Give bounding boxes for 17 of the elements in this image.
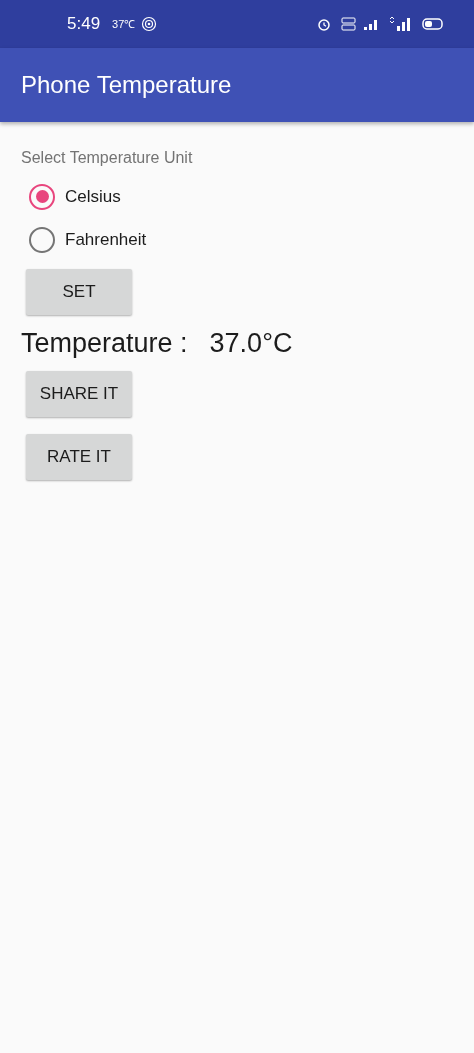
radio-button[interactable] bbox=[29, 183, 55, 210]
app-title: Phone Temperature bbox=[21, 70, 232, 100]
signal-icon bbox=[388, 17, 412, 31]
unit-label: Select Temperature Unit bbox=[21, 148, 194, 168]
temperature-label: Temperature : bbox=[21, 326, 188, 360]
weather-temperature: 37℃ bbox=[112, 16, 136, 32]
radio-label: Fahrenheit bbox=[65, 228, 147, 251]
battery-icon bbox=[422, 18, 444, 30]
action-button[interactable]: RATE IT bbox=[26, 434, 132, 480]
action-button[interactable]: SHARE IT bbox=[26, 371, 132, 417]
status-time: 5:49 bbox=[67, 13, 101, 36]
radio-button[interactable] bbox=[29, 226, 55, 253]
set-button[interactable]: SET bbox=[26, 269, 132, 315]
temperature-value: 37.0°C bbox=[209, 326, 293, 360]
signal-icon bbox=[364, 18, 380, 30]
radio-label: Celsius bbox=[65, 185, 121, 208]
alarm-icon bbox=[317, 17, 331, 31]
